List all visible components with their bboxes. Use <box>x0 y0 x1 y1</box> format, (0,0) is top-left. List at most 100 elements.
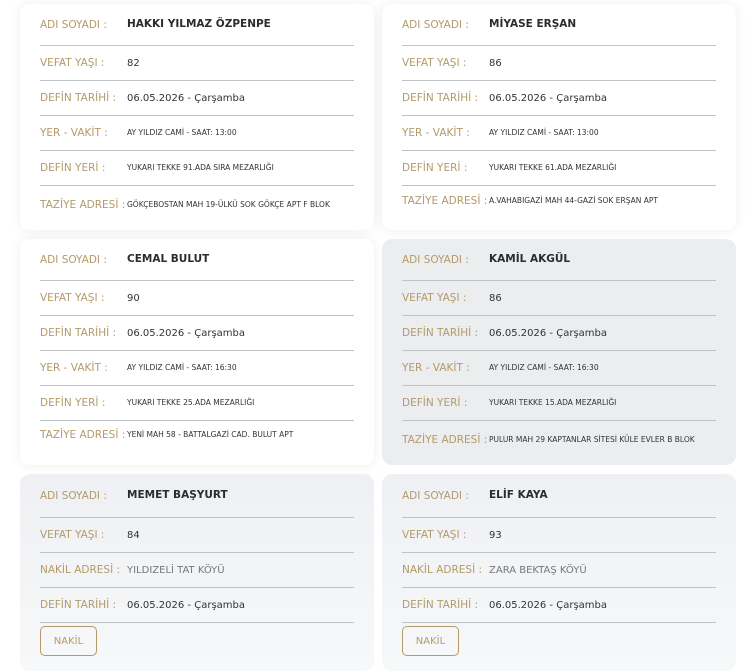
condolence-address-row: TAZİYE ADRESİ : GÖKÇEBOSTAN MAH 19-ÜLKÜ … <box>40 186 354 224</box>
place-time-value: AY YILDIZ CAMİ - SAAT: 16:30 <box>127 363 237 372</box>
burial-date-row: DEFİN TARİHİ : 06.05.2026 - Çarşamba <box>40 316 354 351</box>
burial-date-row: DEFİN TARİHİ : 06.05.2026 - Çarşamba <box>402 81 716 116</box>
deceased-name: MEMET BAŞYURT <box>127 489 228 501</box>
burial-date-value: 06.05.2026 - Çarşamba <box>489 327 607 339</box>
burial-date-row: DEFİN TARİHİ : 06.05.2026 - Çarşamba <box>40 588 354 623</box>
place-time-row: YER - VAKİT : AY YILDIZ CAMİ - SAAT: 16:… <box>40 351 354 386</box>
condolence-address-value: GÖKÇEBOSTAN MAH 19-ÜLKÜ SOK GÖKÇE APT F … <box>127 200 330 209</box>
place-time-value: AY YILDIZ CAMİ - SAAT: 13:00 <box>489 128 599 137</box>
condolence-address-label: TAZİYE ADRESİ : <box>40 199 126 211</box>
burial-date-value: 06.05.2026 - Çarşamba <box>127 599 245 611</box>
burial-place-value: YUKARI TEKKE 61.ADA MEZARLIĞI <box>489 163 617 172</box>
obituary-card: ADI SOYADI : CEMAL BULUT VEFAT YAŞI : 90… <box>20 239 374 465</box>
name-label: ADI SOYADI : <box>40 18 107 31</box>
burial-date-label: DEFİN TARİHİ : <box>40 599 117 611</box>
age-value: 93 <box>489 529 502 541</box>
transfer-address-value: YILDIZELİ TAT KÖYÜ <box>127 564 225 576</box>
condolence-address-row: TAZİYE ADRESİ : YENİ MAH 58 - BATTALGAZİ… <box>40 421 354 449</box>
burial-date-row: DEFİN TARİHİ : 06.05.2026 - Çarşamba <box>40 81 354 116</box>
burial-date-label: DEFİN TARİHİ : <box>40 92 117 104</box>
place-time-value: AY YILDIZ CAMİ - SAAT: 16:30 <box>489 363 599 372</box>
burial-date-row: DEFİN TARİHİ : 06.05.2026 - Çarşamba <box>402 588 716 623</box>
name-row: ADI SOYADI : HAKKI YILMAZ ÖZPENPE <box>40 4 354 46</box>
age-value: 84 <box>127 529 140 541</box>
transfer-address-label: NAKİL ADRESİ : <box>40 564 121 576</box>
name-label: ADI SOYADI : <box>402 489 469 502</box>
name-row: ADI SOYADI : KAMİL AKGÜL <box>402 239 716 281</box>
age-label: VEFAT YAŞI : <box>40 57 105 69</box>
burial-place-value: YUKARI TEKKE 91.ADA SIRA MEZARLIĞI <box>127 163 274 172</box>
burial-date-value: 06.05.2026 - Çarşamba <box>489 599 607 611</box>
name-row: ADI SOYADI : CEMAL BULUT <box>40 239 354 281</box>
transfer-address-value: ZARA BEKTAŞ KÖYÜ <box>489 564 587 576</box>
place-time-row: YER - VAKİT : AY YILDIZ CAMİ - SAAT: 16:… <box>402 351 716 386</box>
condolence-address-row: TAZİYE ADRESİ : A.VAHABIGAZİ MAH 44-GAZİ… <box>402 186 716 216</box>
place-time-label: YER - VAKİT : <box>402 127 470 139</box>
name-label: ADI SOYADI : <box>402 18 469 31</box>
condolence-address-value: A.VAHABIGAZİ MAH 44-GAZİ SOK ERŞAN APT <box>489 196 658 205</box>
burial-place-value: YUKARI TEKKE 15.ADA MEZARLIĞI <box>489 398 617 407</box>
burial-date-label: DEFİN TARİHİ : <box>402 599 479 611</box>
age-label: VEFAT YAŞI : <box>402 292 467 304</box>
name-label: ADI SOYADI : <box>40 253 107 266</box>
burial-date-value: 06.05.2026 - Çarşamba <box>489 92 607 104</box>
age-row: VEFAT YAŞI : 90 <box>40 281 354 316</box>
burial-date-label: DEFİN TARİHİ : <box>402 92 479 104</box>
place-time-row: YER - VAKİT : AY YILDIZ CAMİ - SAAT: 13:… <box>402 116 716 151</box>
place-time-label: YER - VAKİT : <box>40 362 108 374</box>
condolence-address-value: PULUR MAH 29 KAPTANLAR SİTESİ KÜLE EVLER… <box>489 435 695 444</box>
condolence-address-value: YENİ MAH 58 - BATTALGAZİ CAD. BULUT APT <box>127 430 294 439</box>
obituary-card: ADI SOYADI : KAMİL AKGÜL VEFAT YAŞI : 86… <box>382 239 736 465</box>
age-value: 82 <box>127 57 140 69</box>
burial-place-row: DEFİN YERİ : YUKARI TEKKE 61.ADA MEZARLI… <box>402 151 716 186</box>
burial-date-value: 06.05.2026 - Çarşamba <box>127 327 245 339</box>
place-time-label: YER - VAKİT : <box>402 362 470 374</box>
burial-place-label: DEFİN YERİ : <box>40 162 106 174</box>
transfer-address-row: NAKİL ADRESİ : ZARA BEKTAŞ KÖYÜ <box>402 553 716 588</box>
obituary-card: ADI SOYADI : MİYASE ERŞAN VEFAT YAŞI : 8… <box>382 4 736 230</box>
name-row: ADI SOYADI : MİYASE ERŞAN <box>402 4 716 46</box>
age-value: 86 <box>489 292 502 304</box>
transfer-address-label: NAKİL ADRESİ : <box>402 564 483 576</box>
condolence-address-label: TAZİYE ADRESİ : <box>402 434 488 446</box>
burial-place-label: DEFİN YERİ : <box>40 397 106 409</box>
age-row: VEFAT YAŞI : 86 <box>402 46 716 81</box>
transfer-button[interactable]: NAKİL <box>40 626 97 656</box>
age-row: VEFAT YAŞI : 93 <box>402 518 716 553</box>
age-label: VEFAT YAŞI : <box>40 292 105 304</box>
place-time-label: YER - VAKİT : <box>40 127 108 139</box>
condolence-address-label: TAZİYE ADRESİ : <box>40 429 126 441</box>
obituary-card: ADI SOYADI : MEMET BAŞYURT VEFAT YAŞI : … <box>20 474 374 671</box>
condolence-address-label: TAZİYE ADRESİ : <box>402 195 488 207</box>
burial-date-row: DEFİN TARİHİ : 06.05.2026 - Çarşamba <box>402 316 716 351</box>
age-row: VEFAT YAŞI : 84 <box>40 518 354 553</box>
burial-place-row: DEFİN YERİ : YUKARI TEKKE 25.ADA MEZARLI… <box>40 386 354 421</box>
burial-date-label: DEFİN TARİHİ : <box>402 327 479 339</box>
transfer-address-row: NAKİL ADRESİ : YILDIZELİ TAT KÖYÜ <box>40 553 354 588</box>
burial-date-label: DEFİN TARİHİ : <box>40 327 117 339</box>
age-value: 90 <box>127 292 140 304</box>
burial-place-value: YUKARI TEKKE 25.ADA MEZARLIĞI <box>127 398 255 407</box>
name-row: ADI SOYADI : MEMET BAŞYURT <box>40 474 354 518</box>
place-time-value: AY YILDIZ CAMİ - SAAT: 13:00 <box>127 128 237 137</box>
obituary-card: ADI SOYADI : HAKKI YILMAZ ÖZPENPE VEFAT … <box>20 4 374 230</box>
deceased-name: MİYASE ERŞAN <box>489 18 577 30</box>
obituary-card: ADI SOYADI : ELİF KAYA VEFAT YAŞI : 93 N… <box>382 474 736 671</box>
age-label: VEFAT YAŞI : <box>40 529 105 541</box>
name-row: ADI SOYADI : ELİF KAYA <box>402 474 716 518</box>
deceased-name: HAKKI YILMAZ ÖZPENPE <box>127 18 271 30</box>
condolence-address-row: TAZİYE ADRESİ : PULUR MAH 29 KAPTANLAR S… <box>402 421 716 459</box>
age-row: VEFAT YAŞI : 82 <box>40 46 354 81</box>
deceased-name: ELİF KAYA <box>489 489 548 501</box>
deceased-name: KAMİL AKGÜL <box>489 253 571 265</box>
age-row: VEFAT YAŞI : 86 <box>402 281 716 316</box>
transfer-button[interactable]: NAKİL <box>402 626 459 656</box>
age-label: VEFAT YAŞI : <box>402 57 467 69</box>
age-value: 86 <box>489 57 502 69</box>
age-label: VEFAT YAŞI : <box>402 529 467 541</box>
burial-date-value: 06.05.2026 - Çarşamba <box>127 92 245 104</box>
burial-place-label: DEFİN YERİ : <box>402 397 468 409</box>
name-label: ADI SOYADI : <box>402 253 469 266</box>
burial-place-row: DEFİN YERİ : YUKARI TEKKE 91.ADA SIRA ME… <box>40 151 354 186</box>
name-label: ADI SOYADI : <box>40 489 107 502</box>
